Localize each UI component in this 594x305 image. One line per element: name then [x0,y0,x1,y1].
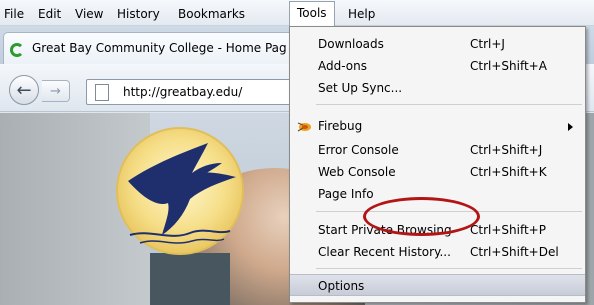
menu-separator [316,104,582,105]
menu-view[interactable]: View [75,6,103,22]
menu-item-set-up-sync[interactable]: Set Up Sync... [290,77,585,99]
menu-item-shortcut: Ctrl+Shift+J [470,143,543,157]
menu-item-label: Options [318,279,365,293]
menu-item-label: Add-ons [318,59,367,73]
menu-item-options[interactable]: Options [290,274,585,296]
forward-button[interactable]: → [42,80,70,102]
page-icon [95,84,109,101]
menu-file[interactable]: File [4,6,24,22]
menu-bar: File Edit View History Bookmarks Tools H… [0,0,594,26]
url-text: http://greatbay.edu/ [123,85,243,99]
back-arrow-icon: ← [16,79,32,101]
menu-edit[interactable]: Edit [38,6,61,22]
submenu-arrow-icon [568,123,573,131]
url-bar[interactable]: http://greatbay.edu/ [86,79,306,105]
loading-spinner-icon [10,43,24,57]
menu-item-label: Downloads [318,37,384,51]
tab-great-bay[interactable]: Great Bay Community College - Home Pag [3,32,303,64]
menu-item-shortcut: Ctrl+Shift+K [470,165,547,179]
menu-tools[interactable]: Tools [289,1,335,26]
forward-arrow-icon: → [50,83,61,99]
menu-separator [316,268,582,269]
menu-item-error-console[interactable]: Error Console Ctrl+Shift+J [290,139,585,161]
menu-item-shortcut: Ctrl+Shift+P [470,223,546,237]
menu-help[interactable]: Help [348,6,375,22]
menu-history[interactable]: History [117,6,160,22]
menu-item-shortcut: Ctrl+Shift+A [470,59,547,73]
menu-bookmarks[interactable]: Bookmarks [178,6,245,22]
menu-item-label: Page Info [318,187,374,201]
back-button[interactable]: ← [9,75,39,105]
menu-item-label: Web Console [318,165,396,179]
firebug-icon [297,122,311,132]
tab-title: Great Bay Community College - Home Pag [32,41,287,55]
annotation-circle [363,197,480,236]
menu-item-label: Error Console [318,143,399,157]
menu-item-label: Set Up Sync... [318,81,403,95]
menu-item-downloads[interactable]: Downloads Ctrl+J [290,33,585,55]
menu-item-label: Clear Recent History... [318,245,451,259]
menu-item-firebug[interactable]: Firebug [290,115,585,137]
menu-item-shortcut: Ctrl+J [470,37,505,51]
college-logo[interactable] [110,123,250,263]
menu-item-web-console[interactable]: Web Console Ctrl+Shift+K [290,161,585,183]
menu-item-clear-recent-history[interactable]: Clear Recent History... Ctrl+Shift+Del [290,241,585,263]
menu-item-label: Firebug [318,119,363,133]
tools-menu: Downloads Ctrl+J Add-ons Ctrl+Shift+A Se… [289,26,586,303]
menu-item-shortcut: Ctrl+Shift+Del [470,245,559,259]
menu-item-add-ons[interactable]: Add-ons Ctrl+Shift+A [290,55,585,77]
